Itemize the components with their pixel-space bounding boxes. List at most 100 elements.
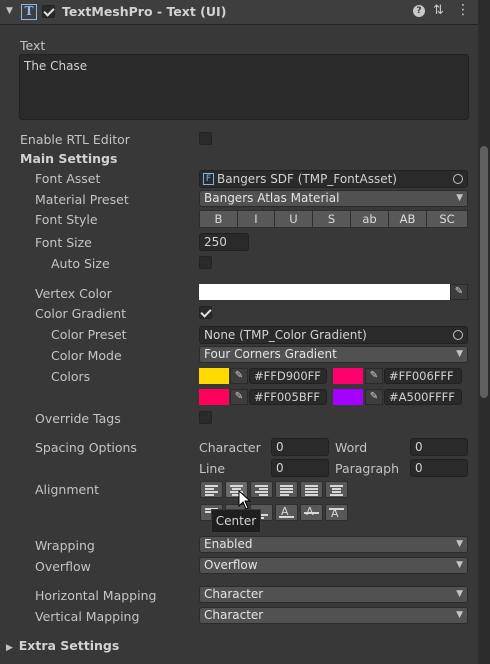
vertical-mapping-dropdown[interactable]: Character ▼ [199, 607, 468, 624]
font-asset-value: Bangers SDF (TMP_FontAsset) [217, 172, 397, 186]
color-hex-top-right[interactable]: #FF006FFF [384, 368, 462, 384]
vertex-color-label: Vertex Color [35, 286, 112, 301]
color-swatch-top-left[interactable] [199, 368, 229, 384]
foldout-arrow-icon: ▶ [6, 643, 13, 653]
color-preset-value: None (TMP_Color Gradient) [204, 328, 367, 342]
mouse-cursor-icon [238, 490, 252, 510]
paragraph-spacing-label: Paragraph [335, 461, 400, 476]
chevron-down-icon: ▼ [456, 560, 463, 570]
eyedropper-icon[interactable]: ✎ [365, 368, 383, 384]
color-mode-label: Color Mode [51, 348, 122, 363]
text-label: Text [20, 38, 46, 53]
override-tags-label: Override Tags [35, 411, 121, 426]
horizontal-mapping-value: Character [204, 587, 264, 601]
object-picker-icon[interactable] [453, 174, 463, 184]
horizontal-mapping-label: Horizontal Mapping [35, 588, 157, 603]
main-settings-heading: Main Settings [20, 151, 118, 166]
color-mode-dropdown[interactable]: Four Corners Gradient ▼ [199, 346, 468, 363]
color-preset-field[interactable]: None (TMP_Color Gradient) [199, 326, 468, 344]
align-right-icon[interactable] [250, 481, 273, 498]
font-size-field[interactable]: 250 [199, 233, 249, 251]
font-style-italic-button[interactable]: I [237, 210, 275, 228]
align-flush-icon[interactable] [300, 481, 323, 498]
chevron-down-icon: ▼ [456, 589, 463, 599]
help-icon[interactable]: ? [413, 5, 425, 17]
font-style-label: Font Style [35, 212, 98, 227]
font-asset-label: Font Asset [35, 171, 101, 186]
align-midline-icon[interactable]: A [300, 504, 323, 521]
vertex-color-swatch[interactable] [199, 284, 450, 300]
word-spacing-label: Word [335, 440, 368, 455]
eyedropper-icon[interactable]: ✎ [450, 284, 468, 300]
word-spacing-field[interactable]: 0 [410, 438, 468, 456]
colors-label: Colors [51, 369, 91, 384]
color-swatch-top-right[interactable] [333, 368, 363, 384]
overflow-dropdown[interactable]: Overflow ▼ [199, 557, 468, 574]
color-hex-top-left[interactable]: #FFD900FF [249, 368, 327, 384]
font-style-uppercase-button[interactable]: AB [388, 210, 427, 228]
line-spacing-field[interactable]: 0 [271, 459, 329, 477]
override-tags-checkbox[interactable] [199, 411, 212, 424]
character-spacing-field[interactable]: 0 [271, 438, 329, 456]
material-preset-dropdown[interactable]: Bangers Atlas Material ▼ [199, 190, 468, 207]
font-style-underline-button[interactable]: U [274, 210, 313, 228]
align-justified-icon[interactable] [275, 481, 298, 498]
chevron-down-icon: ▼ [456, 539, 463, 549]
enable-rtl-checkbox[interactable] [199, 132, 212, 145]
component-title: TextMeshPro - Text (UI) [62, 4, 227, 19]
chevron-down-icon: ▼ [456, 610, 463, 620]
wrapping-value: Enabled [204, 537, 253, 551]
material-preset-label: Material Preset [35, 192, 129, 207]
presets-icon[interactable]: ⇅ [433, 3, 444, 18]
component-header[interactable]: ▼ T TextMeshPro - Text (UI) ? ⇅ ⋮ [0, 0, 478, 25]
wrapping-dropdown[interactable]: Enabled ▼ [199, 536, 468, 553]
color-mode-value: Four Corners Gradient [204, 347, 337, 361]
color-swatch-bottom-right[interactable] [333, 389, 363, 405]
paragraph-spacing-field[interactable]: 0 [410, 459, 468, 477]
align-left-icon[interactable] [200, 481, 223, 498]
vertical-mapping-label: Vertical Mapping [35, 609, 140, 624]
eyedropper-icon[interactable]: ✎ [230, 389, 248, 405]
kebab-menu-icon[interactable]: ⋮ [456, 2, 470, 18]
extra-settings-foldout[interactable]: ▶ Extra Settings [6, 638, 119, 653]
font-style-lowercase-button[interactable]: ab [350, 210, 389, 228]
component-enabled-checkbox[interactable] [42, 5, 55, 18]
text-input-area[interactable]: The Chase [19, 54, 469, 120]
foldout-arrow-icon[interactable]: ▼ [6, 6, 13, 16]
eyedropper-icon[interactable]: ✎ [230, 368, 248, 384]
object-picker-icon[interactable] [453, 330, 463, 340]
auto-size-checkbox[interactable] [199, 256, 212, 269]
color-swatch-bottom-left[interactable] [199, 389, 229, 405]
auto-size-label: Auto Size [51, 256, 110, 271]
overflow-value: Overflow [204, 558, 258, 572]
scrollbar-thumb[interactable] [480, 146, 488, 398]
font-asset-field[interactable]: F Bangers SDF (TMP_FontAsset) [199, 170, 468, 188]
color-preset-label: Color Preset [51, 327, 127, 342]
extra-settings-label: Extra Settings [18, 638, 120, 653]
align-capline-icon[interactable]: A [325, 504, 348, 521]
font-style-strikethrough-button[interactable]: S [312, 210, 351, 228]
enable-rtl-label: Enable RTL Editor [20, 132, 130, 147]
text-component-icon: T [21, 4, 37, 20]
align-geometry-center-icon[interactable] [325, 481, 348, 498]
font-style-bold-button[interactable]: B [199, 210, 238, 228]
color-hex-bottom-right[interactable]: #A500FFFF [384, 389, 462, 405]
spacing-options-label: Spacing Options [35, 440, 137, 455]
vertical-mapping-value: Character [204, 608, 264, 622]
alignment-label: Alignment [35, 482, 100, 497]
font-style-smallcaps-button[interactable]: SC [426, 210, 468, 228]
font-size-label: Font Size [35, 235, 92, 250]
font-asset-icon: F [203, 173, 214, 185]
chevron-down-icon: ▼ [456, 193, 463, 203]
align-baseline-icon[interactable]: A [275, 504, 298, 521]
eyedropper-icon[interactable]: ✎ [365, 389, 383, 405]
material-preset-value: Bangers Atlas Material [204, 191, 340, 205]
horizontal-mapping-dropdown[interactable]: Character ▼ [199, 586, 468, 603]
color-hex-bottom-left[interactable]: #FF005BFF [249, 389, 327, 405]
alignment-tooltip: Center [211, 509, 261, 533]
wrapping-label: Wrapping [35, 538, 95, 553]
color-gradient-checkbox[interactable] [199, 306, 212, 319]
overflow-label: Overflow [35, 559, 91, 574]
character-spacing-label: Character [199, 440, 261, 455]
color-gradient-label: Color Gradient [35, 306, 127, 321]
